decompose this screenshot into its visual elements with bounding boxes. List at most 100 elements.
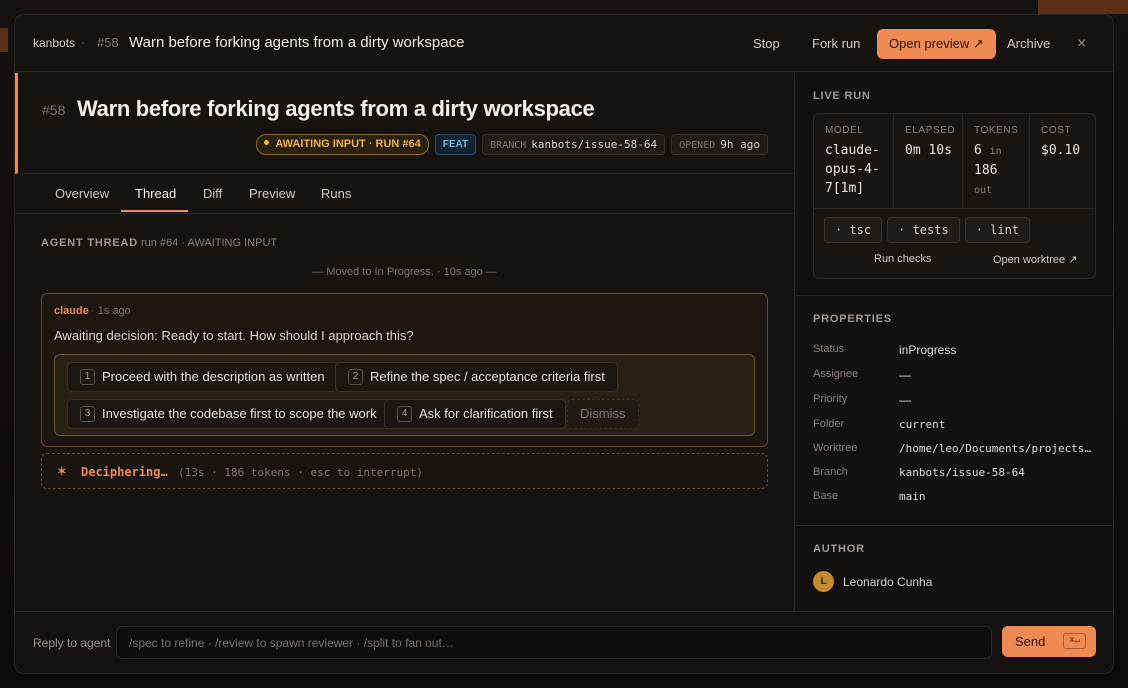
page-title: Warn before forking agents from a dirty … bbox=[77, 96, 595, 121]
stat-label: MODEL bbox=[825, 125, 864, 136]
branch-chip-value: kanbots/issue-58-64 bbox=[531, 138, 658, 151]
backdrop-accent bbox=[1038, 0, 1128, 14]
stat-label: TOKENS bbox=[974, 125, 1019, 136]
agent-message: claude · 1s ago Awaiting decision: Ready… bbox=[41, 293, 768, 447]
issue-modal: kanbots · #58 Warn before forking agents… bbox=[14, 14, 1114, 674]
avatar: L bbox=[813, 571, 834, 592]
prop-base-value: main bbox=[899, 490, 926, 503]
dismiss-button[interactable]: Dismiss bbox=[567, 399, 639, 429]
stat-tokens-value: 6 in 186 out bbox=[974, 141, 1019, 200]
header-separator: · bbox=[81, 35, 85, 49]
stat-model: MODEL claude-opus-4-7[1m] bbox=[814, 114, 894, 209]
prop-worktree-value: /home/leo/Documents/projects/kanbots bbox=[899, 442, 1097, 455]
send-button[interactable]: Send ⌘↵ bbox=[1002, 626, 1096, 657]
tokens-in-value: 6 bbox=[974, 143, 982, 158]
open-worktree-link[interactable]: Open worktree ↗ bbox=[993, 253, 1077, 266]
message-text: Awaiting decision: Ready to start. How s… bbox=[54, 328, 414, 343]
prop-folder-key: Folder bbox=[813, 418, 845, 430]
tokens-in-unit: in bbox=[989, 146, 1002, 157]
status-dot-icon bbox=[264, 140, 270, 145]
stat-tokens: TOKENS 6 in 186 out bbox=[963, 114, 1030, 209]
issue-title-bar: #58 Warn before forking agents from a di… bbox=[15, 73, 794, 174]
message-time: · 1s ago bbox=[91, 305, 131, 317]
open-preview-button[interactable]: Open preview ↗ bbox=[877, 29, 996, 59]
prop-status-value[interactable]: inProgress bbox=[899, 343, 1097, 357]
thread-sub: run #64 · AWAITING INPUT bbox=[141, 237, 278, 249]
status-text: Deciphering… bbox=[81, 465, 168, 479]
divider bbox=[795, 295, 1113, 296]
run-checks-button[interactable]: Run checks bbox=[874, 253, 931, 265]
fork-run-button[interactable]: Fork run bbox=[812, 29, 860, 59]
author-name: Leonardo Cunha bbox=[843, 575, 933, 589]
reply-footer: Reply to agent Send ⌘↵ bbox=[15, 611, 1113, 673]
shortcut-hint: ⌘↵ bbox=[1063, 633, 1086, 649]
stat-elapsed-value: 0m 10s bbox=[905, 143, 952, 158]
stat-cost: COST $0.10 bbox=[1030, 114, 1095, 209]
stat-label: COST bbox=[1041, 125, 1072, 136]
brand: kanbots bbox=[33, 36, 76, 50]
message-author: claude bbox=[54, 305, 89, 317]
opened-chip-key: OPENED bbox=[679, 140, 716, 151]
reply-input[interactable] bbox=[116, 626, 992, 659]
send-label: Send bbox=[1015, 634, 1046, 649]
option-investigate-button[interactable]: 3 Investigate the codebase first to scope… bbox=[67, 399, 390, 429]
prop-branch-value: kanbots/issue-58-64 bbox=[899, 466, 1025, 479]
prop-assignee-value[interactable]: — bbox=[899, 368, 1097, 382]
stat-cost-value: $0.10 bbox=[1041, 143, 1081, 158]
option-label: Investigate the codebase first to scope … bbox=[102, 406, 377, 421]
properties-label: PROPERTIES bbox=[813, 313, 892, 325]
active-tab-indicator bbox=[121, 210, 188, 212]
status-badge-label: AWAITING INPUT · RUN #64 bbox=[275, 138, 421, 150]
option-clarify-button[interactable]: 4 Ask for clarification first bbox=[384, 399, 566, 429]
run-stats: MODEL claude-opus-4-7[1m] ELAPSED 0m 10s… bbox=[814, 114, 1095, 209]
left-pane: #58 Warn before forking agents from a di… bbox=[15, 73, 794, 611]
prop-priority-key: Priority bbox=[813, 393, 848, 405]
option-number: 2 bbox=[348, 369, 363, 385]
opened-chip: OPENED 9h ago bbox=[671, 134, 768, 155]
stat-model-value: claude-opus-4-7[1m] bbox=[825, 143, 880, 196]
tab-bar: Overview Thread Diff Preview Runs bbox=[15, 174, 794, 214]
tab-preview[interactable]: Preview bbox=[249, 186, 295, 201]
check-list: · tsc · tests · lint bbox=[824, 217, 1031, 243]
status-badge: AWAITING INPUT · RUN #64 bbox=[256, 134, 429, 155]
tab-runs[interactable]: Runs bbox=[321, 186, 351, 201]
live-run-label: LIVE RUN bbox=[813, 90, 871, 102]
prop-priority-value[interactable]: — bbox=[899, 393, 1097, 407]
check-lint[interactable]: · lint bbox=[964, 217, 1031, 243]
option-label: Proceed with the description as written bbox=[102, 369, 325, 384]
stop-button[interactable]: Stop bbox=[753, 29, 780, 59]
stat-label: ELAPSED bbox=[905, 125, 956, 136]
check-tests[interactable]: · tests bbox=[887, 217, 960, 243]
prop-status-key: Status bbox=[813, 343, 845, 355]
right-sidebar: LIVE RUN MODEL claude-opus-4-7[1m] ELAPS… bbox=[794, 73, 1113, 611]
option-refine-button[interactable]: 2 Refine the spec / acceptance criteria f… bbox=[335, 362, 618, 392]
header-issue-number: #58 bbox=[97, 35, 119, 50]
branch-chip: BRANCH kanbots/issue-58-64 bbox=[482, 134, 666, 155]
thread-label: AGENT THREAD bbox=[41, 237, 138, 249]
tokens-out-value: 186 bbox=[974, 163, 998, 178]
prop-assignee-key: Assignee bbox=[813, 368, 859, 380]
tab-thread[interactable]: Thread bbox=[135, 186, 176, 201]
issue-chips: AWAITING INPUT · RUN #64 FEAT BRANCH kanb… bbox=[256, 134, 768, 155]
tab-overview[interactable]: Overview bbox=[55, 186, 109, 201]
author-label: AUTHOR bbox=[813, 543, 865, 555]
check-tsc[interactable]: · tsc bbox=[824, 217, 883, 243]
tab-diff[interactable]: Diff bbox=[203, 186, 222, 201]
spinner-star-icon: ✶ bbox=[56, 463, 68, 479]
prop-worktree-key: Worktree bbox=[813, 442, 858, 454]
archive-button[interactable]: Archive bbox=[1007, 29, 1050, 59]
reply-label: Reply to agent bbox=[33, 636, 111, 650]
divider bbox=[795, 525, 1113, 526]
prop-base-key: Base bbox=[813, 490, 839, 502]
live-run-box: MODEL claude-opus-4-7[1m] ELAPSED 0m 10s… bbox=[813, 113, 1096, 279]
decision-options: 1 Proceed with the description as written… bbox=[54, 354, 755, 436]
issue-number: #58 bbox=[42, 102, 66, 118]
backdrop-accent-left bbox=[0, 28, 8, 52]
stat-elapsed: ELAPSED 0m 10s bbox=[894, 114, 963, 209]
option-proceed-button[interactable]: 1 Proceed with the description as written bbox=[67, 362, 338, 392]
header-title: Warn before forking agents from a dirty … bbox=[129, 34, 465, 51]
type-badge: FEAT bbox=[434, 134, 477, 155]
close-icon[interactable]: × bbox=[1077, 29, 1086, 59]
option-number: 4 bbox=[397, 406, 412, 422]
option-number: 1 bbox=[80, 369, 95, 385]
